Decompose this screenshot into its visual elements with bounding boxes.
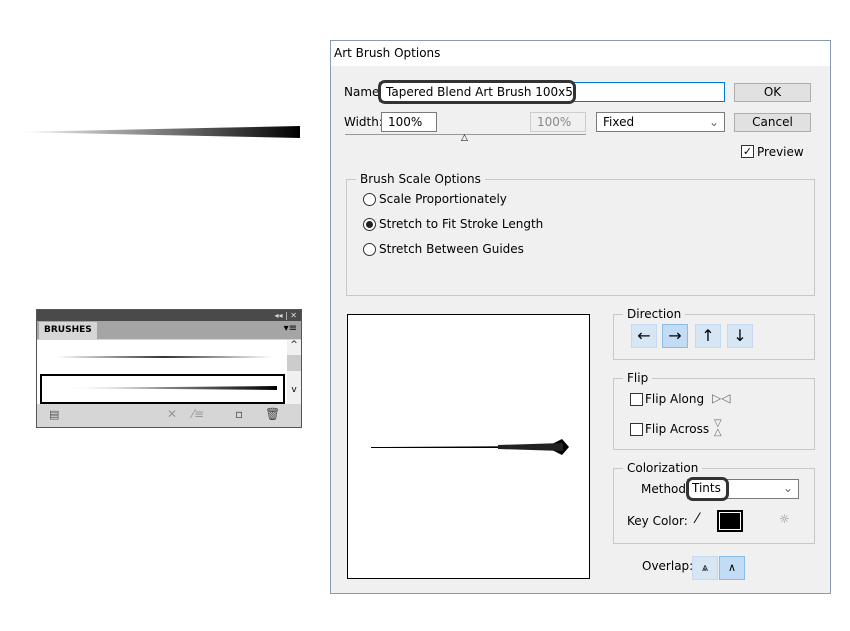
flip-across-checkbox[interactable] [630, 423, 643, 436]
method-label: Method: [641, 482, 691, 496]
panel-header[interactable]: ◂◂ | ✕ [37, 310, 301, 321]
colorization-group: Colorization Method: Tints ⌄ Key Color: ⁄… [613, 461, 815, 544]
preview-checkbox[interactable]: ✓ [741, 145, 754, 158]
flip-along-checkbox[interactable] [630, 393, 643, 406]
slider-thumb[interactable]: △ [461, 133, 468, 143]
eyedropper-icon[interactable]: ⁄ [696, 511, 698, 527]
radio-scale-proportionately[interactable] [363, 193, 376, 206]
radio-stretch-between-guides[interactable] [363, 243, 376, 256]
highlight-ring [686, 477, 729, 501]
radio-label: Stretch Between Guides [379, 242, 524, 256]
scrollbar[interactable]: ^ v [287, 340, 301, 404]
art-brush-options-dialog: Art Brush Options Name: Tapered Blend Ar… [330, 40, 831, 594]
new-brush-icon[interactable]: ▫ [235, 407, 243, 421]
tips-bulb-icon[interactable]: ☼ [779, 512, 790, 526]
panel-menu-icon[interactable]: ▾≡ [284, 323, 297, 334]
brush-libraries-icon[interactable]: ▤ [49, 408, 59, 421]
flip-along-label: Flip Along [645, 392, 705, 406]
delete-brush-icon[interactable]: 🗑 [265, 407, 280, 421]
group-title: Colorization [623, 461, 703, 475]
ok-button[interactable]: OK [734, 83, 811, 102]
brushes-panel: ◂◂ | ✕ BRUSHES ▾≡ ^ v ▤ ✕ ⁄≡ ▫ 🗑 [36, 309, 302, 428]
width-max-input: 100% [530, 112, 586, 132]
brush-preview [347, 314, 590, 579]
group-title: Brush Scale Options [356, 172, 485, 186]
group-title: Direction [623, 307, 686, 321]
direction-left-button[interactable]: ← [631, 324, 657, 348]
key-color-swatch[interactable] [717, 510, 743, 532]
flip-across-icon: ▽ △ [714, 418, 722, 438]
overlap-none-button[interactable]: ∧ [719, 556, 745, 580]
direction-up-button[interactable]: ↑ [695, 324, 721, 348]
tab-brushes[interactable]: BRUSHES [39, 322, 97, 339]
direction-right-button[interactable]: → [662, 324, 688, 348]
overlap-adjust-button[interactable]: ⩓ [692, 556, 718, 580]
cancel-button[interactable]: Cancel [734, 113, 811, 132]
group-title: Flip [623, 371, 653, 385]
chevron-down-icon: ⌄ [708, 115, 719, 129]
radio-label: Scale Proportionately [379, 192, 507, 206]
overlap-label: Overlap: [642, 559, 694, 573]
flip-along-icon: ▷◁ [712, 391, 731, 405]
key-color-label: Key Color: [627, 514, 688, 528]
brush-options-icon[interactable]: ⁄≡ [192, 407, 204, 421]
highlight-ring [378, 80, 576, 104]
direction-group: Direction ← → ↑ ↓ [613, 307, 815, 360]
radio-label: Stretch to Fit Stroke Length [379, 217, 544, 231]
width-label: Width: [344, 115, 383, 129]
brush-item[interactable] [57, 356, 272, 358]
direction-down-button[interactable]: ↓ [727, 324, 753, 348]
preview-label: Preview [757, 145, 804, 159]
brush-scale-group: Brush Scale Options Scale Proportionatel… [346, 172, 815, 296]
flip-group: Flip Flip Along ▷◁ Flip Across ▽ △ [613, 371, 815, 450]
radio-stretch-to-fit[interactable] [363, 218, 376, 231]
flip-across-label: Flip Across [645, 422, 710, 436]
width-mode-select[interactable]: Fixed ⌄ [596, 112, 725, 132]
dialog-title: Art Brush Options [331, 41, 830, 66]
chevron-down-icon: ⌄ [782, 481, 793, 495]
remove-stroke-icon[interactable]: ✕ [167, 407, 177, 421]
width-input[interactable]: 100% [381, 112, 437, 132]
brush-stroke-sample [15, 126, 300, 138]
